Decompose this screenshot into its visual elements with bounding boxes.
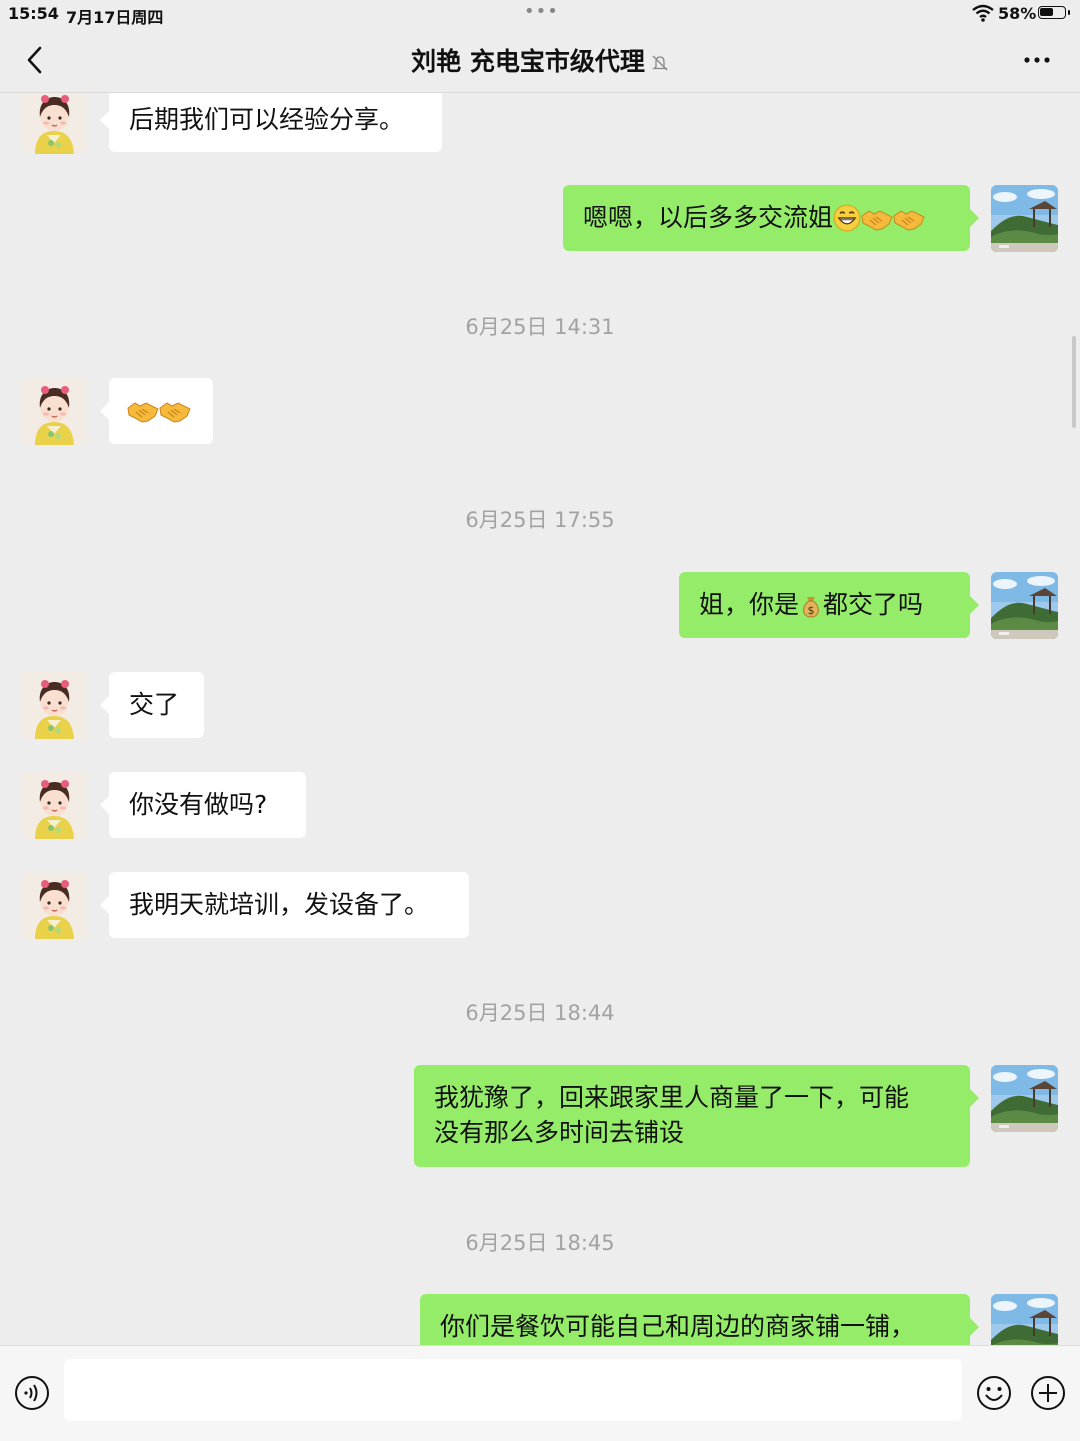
scrollbar-thumb[interactable] (1072, 336, 1076, 428)
timestamp: 6月25日 18:45 (465, 1231, 615, 1255)
chat-title[interactable]: 刘艳 充电宝市级代理 (411, 47, 645, 76)
contact-avatar[interactable] (21, 93, 88, 154)
message-text: 后期我们可以经验分享。 (129, 105, 405, 134)
message-input[interactable] (64, 1359, 962, 1421)
message-text: 嗯嗯，以后多多交流姐 (583, 203, 834, 232)
money-bag-emoji (799, 593, 823, 619)
bell-slash-icon (651, 55, 668, 71)
handshake-emoji (893, 208, 925, 232)
chat-area[interactable]: 后期我们可以经验分享。 嗯嗯，以后多多交流姐 6月25日 14:31 6月25日… (0, 93, 1080, 1345)
message-bubble[interactable]: 你没有做吗? (100, 772, 306, 838)
timestamp: 6月25日 18:44 (465, 1001, 615, 1025)
message-bubble[interactable]: 我明天就培训，发设备了。 (100, 872, 469, 938)
message-bubble[interactable]: 交了 (100, 672, 204, 738)
message-text-line: 我犹豫了，回来跟家里人商量了一下，可能 (434, 1083, 910, 1112)
battery-level (1040, 8, 1053, 16)
contact-avatar[interactable] (21, 378, 88, 445)
my-avatar[interactable] (991, 185, 1058, 252)
message-text: 我明天就培训，发设备了。 (129, 890, 430, 919)
multitasking-dots[interactable]: ••• (524, 1, 559, 22)
contact-avatar[interactable] (21, 672, 88, 739)
message-text: 交了 (129, 690, 180, 719)
my-avatar[interactable] (991, 1065, 1058, 1132)
message-text: 你们是餐饮可能自己和周边的商家铺一铺， (440, 1312, 916, 1341)
contact-avatar[interactable] (21, 772, 88, 839)
message-bubble[interactable]: 后期我们可以经验分享。 (100, 93, 442, 152)
input-bar (0, 1345, 1080, 1441)
battery-percent: 58% (998, 4, 1037, 23)
wifi-icon (972, 4, 994, 22)
handshake-emoji (861, 208, 893, 232)
status-date: 7月17日周四 (66, 8, 164, 27)
battery-icon (1038, 6, 1066, 19)
message-bubble[interactable] (100, 378, 213, 444)
timestamp: 6月25日 14:31 (465, 315, 615, 339)
ellipsis-icon[interactable] (1018, 54, 1058, 66)
message-bubble[interactable]: 我犹豫了，回来跟家里人商量了一下，可能 没有那么多时间去铺设 (414, 1065, 979, 1167)
message-bubble[interactable]: 你们是餐饮可能自己和周边的商家铺一铺， (420, 1294, 979, 1345)
voice-icon[interactable] (14, 1375, 50, 1411)
contact-avatar[interactable] (21, 872, 88, 939)
status-time: 15:54 (8, 4, 59, 23)
message-text: 姐，你是 (699, 590, 800, 619)
my-avatar[interactable] (991, 572, 1058, 639)
handshake-emoji (159, 400, 191, 424)
timestamp: 6月25日 17:55 (465, 508, 615, 532)
plus-circle-icon[interactable] (1030, 1375, 1066, 1411)
chat-title-wrap[interactable]: 刘艳 充电宝市级代理 (0, 42, 1080, 78)
smiley-icon[interactable] (976, 1375, 1012, 1411)
battery-tip (1068, 10, 1070, 15)
status-bar: 15:54 7月17日周四 ••• 58% (0, 0, 1080, 28)
my-avatar[interactable] (991, 1294, 1058, 1345)
handshake-emoji (127, 400, 159, 424)
message-text: 你没有做吗? (129, 790, 268, 819)
grin-emoji (833, 204, 861, 232)
message-bubble[interactable]: 姐，你是 都交了吗 (679, 572, 979, 638)
message-text-line: 没有那么多时间去铺设 (434, 1118, 685, 1147)
message-text: 都交了吗 (823, 590, 924, 619)
chat-header: 刘艳 充电宝市级代理 (0, 28, 1080, 93)
message-bubble[interactable]: 嗯嗯，以后多多交流姐 (563, 185, 979, 251)
